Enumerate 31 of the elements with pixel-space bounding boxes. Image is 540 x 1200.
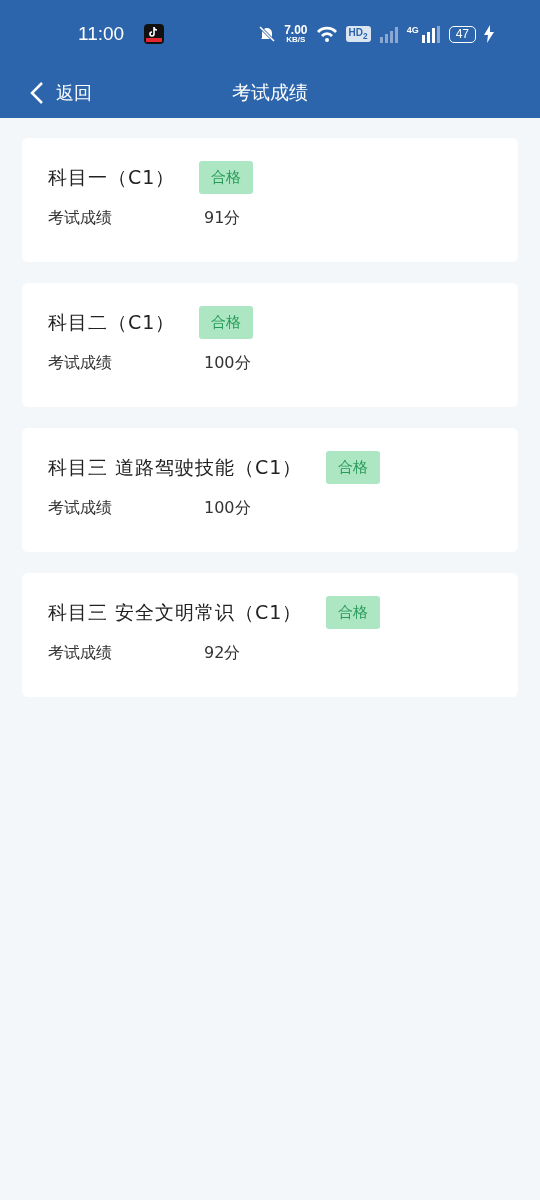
score-label: 考试成绩: [48, 353, 113, 374]
signal-icon: [420, 25, 441, 43]
pass-badge: 合格: [199, 306, 254, 339]
hd-badge: HD$_{2}$: [345, 26, 371, 42]
subject-name: 科目三 安全文明常识（C1）: [48, 599, 303, 625]
page-title: 考试成绩: [232, 80, 308, 105]
back-icon: [30, 81, 44, 105]
score-label: 考试成绩: [48, 643, 113, 664]
network-speed: 7.00 KB/S: [284, 24, 308, 44]
clock: 11:00: [78, 23, 125, 45]
back-label: 返回: [56, 81, 92, 105]
score-label: 考试成绩: [48, 498, 113, 519]
network-type: 4G: [406, 25, 419, 35]
mute-icon: [258, 25, 277, 43]
subject-name: 科目二（C1）: [48, 309, 176, 335]
back-button[interactable]: 返回: [30, 81, 92, 105]
score-value: 91分: [204, 208, 241, 229]
battery-indicator: 47: [448, 25, 476, 43]
app-icon: [144, 24, 165, 44]
score-value: 92分: [204, 643, 241, 664]
score-value: 100分: [204, 498, 251, 519]
charging-icon: [484, 25, 494, 43]
score-label: 考试成绩: [48, 208, 113, 229]
signal-icon: [378, 25, 399, 43]
wifi-icon: [315, 25, 338, 43]
subject-name: 科目三 道路驾驶技能（C1）: [48, 454, 303, 480]
pass-badge: 合格: [326, 451, 381, 484]
pass-badge: 合格: [326, 596, 381, 629]
score-value: 100分: [204, 353, 251, 374]
pass-badge: 合格: [199, 161, 254, 194]
subject-name: 科目一（C1）: [48, 164, 176, 190]
